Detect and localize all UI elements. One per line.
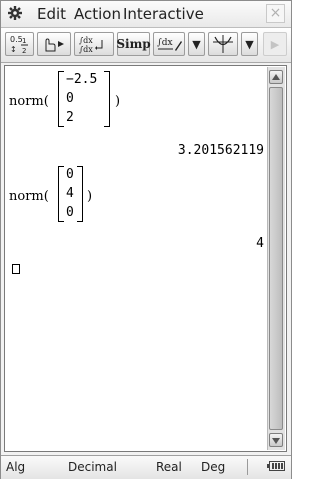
dropdown-button-1[interactable]: ▼ [188,32,205,56]
bracket-left [58,71,64,127]
input-cursor[interactable] [12,264,20,274]
toolbar-next-button[interactable]: ▶ [263,32,287,56]
matrix-cell: −2.5 [66,72,98,87]
expression-2: norm( [9,189,49,204]
bracket-left [58,166,64,222]
integral-definite-button[interactable]: ∫dx ∫dx [74,32,114,56]
result-value: 4 [256,236,264,251]
matrix-cell: 0 [66,91,74,106]
scroll-up-button[interactable] [269,70,283,84]
toolbar: 0.5 ↕ 1 2 ∫dx ∫dx Simp ∫dx ▼ ▼ ▶ [1,28,291,63]
simp-button[interactable]: Simp [116,32,151,56]
hand-pointer-icon [45,38,64,52]
gear-icon[interactable] [7,5,23,21]
scroll-down-button[interactable] [269,433,283,447]
close-icon[interactable]: × [266,4,285,23]
matrix-cell: 4 [66,186,74,201]
bracket-right [77,166,83,222]
integral-draw-button[interactable]: ∫dx [153,32,185,56]
menu-interactive[interactable]: Interactive [123,5,204,23]
expression-1: norm( [9,94,49,109]
scroll-up-icon [272,74,280,80]
vertical-scrollbar[interactable] [267,67,285,450]
function-norm: norm( [9,189,49,204]
graph-icon [213,35,233,53]
scroll-thumb[interactable] [269,87,283,430]
status-bar: Alg Decimal Real Deg [1,455,291,479]
battery-bar [281,463,283,469]
result-value: 3.201562119 [177,143,264,158]
svg-text:↕: ↕ [10,45,17,54]
battery-bar [272,463,274,469]
status-divider [247,459,248,475]
svg-text:2: 2 [22,47,26,54]
fraction-decimal-icon: 0.5 ↕ 1 2 [10,35,28,54]
battery-icon [267,461,285,471]
menu-edit[interactable]: Edit [37,5,66,23]
svg-text:∫dx: ∫dx [79,45,93,54]
matrix-cell: 0 [66,167,74,182]
hand-pointer-button[interactable] [37,32,71,56]
integral-draw-icon: ∫dx [157,38,182,51]
battery-bar [275,463,277,469]
status-number[interactable]: Real [156,460,182,474]
matrix-cell: 2 [66,110,74,125]
status-format[interactable]: Decimal [68,460,117,474]
closing-paren: ) [115,94,121,109]
integral-definite-icon: ∫dx ∫dx [79,36,103,54]
calculator-window: Edit Action Interactive × 0.5 ↕ 1 2 ∫dx … [0,0,292,479]
status-angle[interactable]: Deg [201,460,225,474]
fraction-decimal-button[interactable]: 0.5 ↕ 1 2 [5,32,34,56]
menu-bar: Edit Action Interactive × [1,1,291,28]
dropdown-button-2[interactable]: ▼ [241,32,258,56]
svg-text:∫dx: ∫dx [157,38,173,48]
bracket-right [104,71,110,127]
function-norm: norm( [9,94,49,109]
status-mode[interactable]: Alg [6,460,25,474]
vector-matrix-2: 0 4 0 [58,166,83,222]
vector-matrix-1: −2.5 0 2 [58,71,110,127]
matrix-cell: 0 [66,205,74,220]
main-work-area[interactable]: norm( −2.5 0 2 ) 3.201562119 norm( 0 4 0… [4,65,287,452]
menu-action[interactable]: Action [74,5,121,23]
battery-bar [278,463,280,469]
svg-text:1: 1 [22,37,26,45]
svg-text:∫dx: ∫dx [79,36,93,45]
closing-paren: ) [87,189,93,204]
graph-button[interactable] [208,32,238,56]
svg-text:0.5: 0.5 [10,35,23,44]
scroll-down-icon [272,438,280,444]
